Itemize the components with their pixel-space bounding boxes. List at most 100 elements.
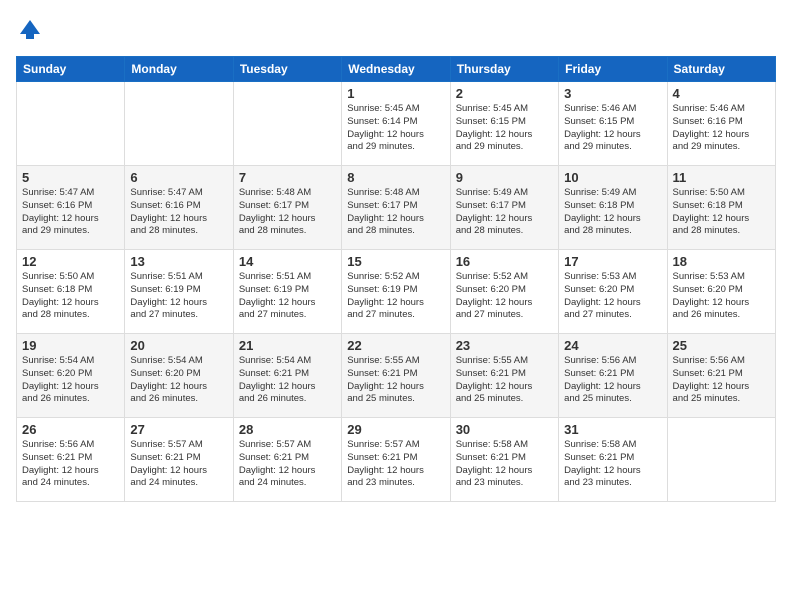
day-info: Sunrise: 5:56 AM Sunset: 6:21 PM Dayligh… <box>564 355 661 406</box>
day-info: Sunrise: 5:57 AM Sunset: 6:21 PM Dayligh… <box>239 439 336 490</box>
calendar-cell <box>17 82 125 166</box>
day-info: Sunrise: 5:56 AM Sunset: 6:21 PM Dayligh… <box>673 355 770 406</box>
day-info: Sunrise: 5:49 AM Sunset: 6:17 PM Dayligh… <box>456 187 553 238</box>
day-number: 21 <box>239 338 336 353</box>
calendar-cell: 7 Sunrise: 5:48 AM Sunset: 6:17 PM Daylig… <box>233 166 341 250</box>
calendar-cell: 18Sunrise: 5:53 AM Sunset: 6:20 PM Dayli… <box>667 250 775 334</box>
day-info: Sunrise: 5:58 AM Sunset: 6:21 PM Dayligh… <box>564 439 661 490</box>
day-info: Sunrise: 5:55 AM Sunset: 6:21 PM Dayligh… <box>347 355 444 406</box>
day-info: Sunrise: 5:51 AM Sunset: 6:19 PM Dayligh… <box>130 271 227 322</box>
day-number: 15 <box>347 254 444 269</box>
day-number: 4 <box>673 86 770 101</box>
calendar-cell: 24 Sunrise: 5:56 AM Sunset: 6:21 PM Dayli… <box>559 334 667 418</box>
day-info: Sunrise: 5:57 AM Sunset: 6:21 PM Dayligh… <box>130 439 227 490</box>
day-number: 29 <box>347 422 444 437</box>
day-info: Sunrise: 5:45 AM Sunset: 6:14 PM Dayligh… <box>347 103 444 154</box>
day-header-friday: Friday <box>559 57 667 82</box>
day-number: 6 <box>130 170 227 185</box>
calendar-cell: 31Sunrise: 5:58 AM Sunset: 6:21 PM Dayli… <box>559 418 667 502</box>
day-number: 3 <box>564 86 661 101</box>
day-number: 10 <box>564 170 661 185</box>
calendar-cell: 26Sunrise: 5:56 AM Sunset: 6:21 PM Dayli… <box>17 418 125 502</box>
day-info: Sunrise: 5:49 AM Sunset: 6:18 PM Dayligh… <box>564 187 661 238</box>
day-number: 11 <box>673 170 770 185</box>
calendar-cell: 11 Sunrise: 5:50 AM Sunset: 6:18 PM Dayli… <box>667 166 775 250</box>
calendar-cell: 21Sunrise: 5:54 AM Sunset: 6:21 PM Dayli… <box>233 334 341 418</box>
day-header-thursday: Thursday <box>450 57 558 82</box>
calendar-cell: 14Sunrise: 5:51 AM Sunset: 6:19 PM Dayli… <box>233 250 341 334</box>
day-number: 13 <box>130 254 227 269</box>
calendar-cell: 13 Sunrise: 5:51 AM Sunset: 6:19 PM Dayli… <box>125 250 233 334</box>
day-number: 19 <box>22 338 119 353</box>
calendar-cell: 1 Sunrise: 5:45 AM Sunset: 6:14 PM Daylig… <box>342 82 450 166</box>
day-info: Sunrise: 5:57 AM Sunset: 6:21 PM Dayligh… <box>347 439 444 490</box>
calendar-cell <box>125 82 233 166</box>
day-header-wednesday: Wednesday <box>342 57 450 82</box>
calendar: SundayMondayTuesdayWednesdayThursdayFrid… <box>16 56 776 502</box>
day-info: Sunrise: 5:48 AM Sunset: 6:17 PM Dayligh… <box>347 187 444 238</box>
calendar-cell: 16 Sunrise: 5:52 AM Sunset: 6:20 PM Dayli… <box>450 250 558 334</box>
calendar-cell: 9 Sunrise: 5:49 AM Sunset: 6:17 PM Daylig… <box>450 166 558 250</box>
day-number: 5 <box>22 170 119 185</box>
day-number: 9 <box>456 170 553 185</box>
calendar-cell: 12 Sunrise: 5:50 AM Sunset: 6:18 PM Dayli… <box>17 250 125 334</box>
calendar-cell: 15 Sunrise: 5:52 AM Sunset: 6:19 PM Dayli… <box>342 250 450 334</box>
day-number: 12 <box>22 254 119 269</box>
day-header-tuesday: Tuesday <box>233 57 341 82</box>
calendar-cell: 17Sunrise: 5:53 AM Sunset: 6:20 PM Dayli… <box>559 250 667 334</box>
calendar-cell: 6 Sunrise: 5:47 AM Sunset: 6:16 PM Daylig… <box>125 166 233 250</box>
calendar-cell: 30 Sunrise: 5:58 AM Sunset: 6:21 PM Dayli… <box>450 418 558 502</box>
day-info: Sunrise: 5:52 AM Sunset: 6:20 PM Dayligh… <box>456 271 553 322</box>
calendar-header-row: SundayMondayTuesdayWednesdayThursdayFrid… <box>17 57 776 82</box>
day-number: 28 <box>239 422 336 437</box>
day-number: 27 <box>130 422 227 437</box>
calendar-cell <box>233 82 341 166</box>
calendar-cell: 3 Sunrise: 5:46 AM Sunset: 6:15 PM Daylig… <box>559 82 667 166</box>
calendar-cell: 19 Sunrise: 5:54 AM Sunset: 6:20 PM Dayli… <box>17 334 125 418</box>
day-number: 20 <box>130 338 227 353</box>
calendar-cell <box>667 418 775 502</box>
day-number: 30 <box>456 422 553 437</box>
day-info: Sunrise: 5:50 AM Sunset: 6:18 PM Dayligh… <box>22 271 119 322</box>
day-info: Sunrise: 5:46 AM Sunset: 6:15 PM Dayligh… <box>564 103 661 154</box>
calendar-cell: 8 Sunrise: 5:48 AM Sunset: 6:17 PM Daylig… <box>342 166 450 250</box>
day-number: 26 <box>22 422 119 437</box>
calendar-cell: 29 Sunrise: 5:57 AM Sunset: 6:21 PM Dayli… <box>342 418 450 502</box>
calendar-week-3: 12 Sunrise: 5:50 AM Sunset: 6:18 PM Dayli… <box>17 250 776 334</box>
calendar-cell: 27 Sunrise: 5:57 AM Sunset: 6:21 PM Dayli… <box>125 418 233 502</box>
day-number: 25 <box>673 338 770 353</box>
day-number: 16 <box>456 254 553 269</box>
day-info: Sunrise: 5:54 AM Sunset: 6:20 PM Dayligh… <box>130 355 227 406</box>
day-info: Sunrise: 5:58 AM Sunset: 6:21 PM Dayligh… <box>456 439 553 490</box>
day-header-saturday: Saturday <box>667 57 775 82</box>
calendar-week-1: 1 Sunrise: 5:45 AM Sunset: 6:14 PM Daylig… <box>17 82 776 166</box>
day-number: 18 <box>673 254 770 269</box>
day-number: 7 <box>239 170 336 185</box>
calendar-week-4: 19 Sunrise: 5:54 AM Sunset: 6:20 PM Dayli… <box>17 334 776 418</box>
calendar-cell: 25 Sunrise: 5:56 AM Sunset: 6:21 PM Dayli… <box>667 334 775 418</box>
calendar-cell: 22Sunrise: 5:55 AM Sunset: 6:21 PM Dayli… <box>342 334 450 418</box>
day-header-monday: Monday <box>125 57 233 82</box>
day-number: 2 <box>456 86 553 101</box>
day-info: Sunrise: 5:47 AM Sunset: 6:16 PM Dayligh… <box>130 187 227 238</box>
day-info: Sunrise: 5:46 AM Sunset: 6:16 PM Dayligh… <box>673 103 770 154</box>
logo-icon <box>16 16 44 44</box>
day-info: Sunrise: 5:53 AM Sunset: 6:20 PM Dayligh… <box>564 271 661 322</box>
day-info: Sunrise: 5:50 AM Sunset: 6:18 PM Dayligh… <box>673 187 770 238</box>
calendar-cell: 10 Sunrise: 5:49 AM Sunset: 6:18 PM Dayli… <box>559 166 667 250</box>
day-info: Sunrise: 5:54 AM Sunset: 6:20 PM Dayligh… <box>22 355 119 406</box>
calendar-week-5: 26Sunrise: 5:56 AM Sunset: 6:21 PM Dayli… <box>17 418 776 502</box>
day-header-sunday: Sunday <box>17 57 125 82</box>
page-header <box>16 16 776 44</box>
day-number: 1 <box>347 86 444 101</box>
day-info: Sunrise: 5:52 AM Sunset: 6:19 PM Dayligh… <box>347 271 444 322</box>
calendar-cell: 20 Sunrise: 5:54 AM Sunset: 6:20 PM Dayli… <box>125 334 233 418</box>
day-number: 8 <box>347 170 444 185</box>
day-info: Sunrise: 5:47 AM Sunset: 6:16 PM Dayligh… <box>22 187 119 238</box>
day-number: 24 <box>564 338 661 353</box>
day-info: Sunrise: 5:55 AM Sunset: 6:21 PM Dayligh… <box>456 355 553 406</box>
day-number: 14 <box>239 254 336 269</box>
calendar-cell: 2Sunrise: 5:45 AM Sunset: 6:15 PM Daylig… <box>450 82 558 166</box>
day-info: Sunrise: 5:48 AM Sunset: 6:17 PM Dayligh… <box>239 187 336 238</box>
calendar-cell: 23Sunrise: 5:55 AM Sunset: 6:21 PM Dayli… <box>450 334 558 418</box>
